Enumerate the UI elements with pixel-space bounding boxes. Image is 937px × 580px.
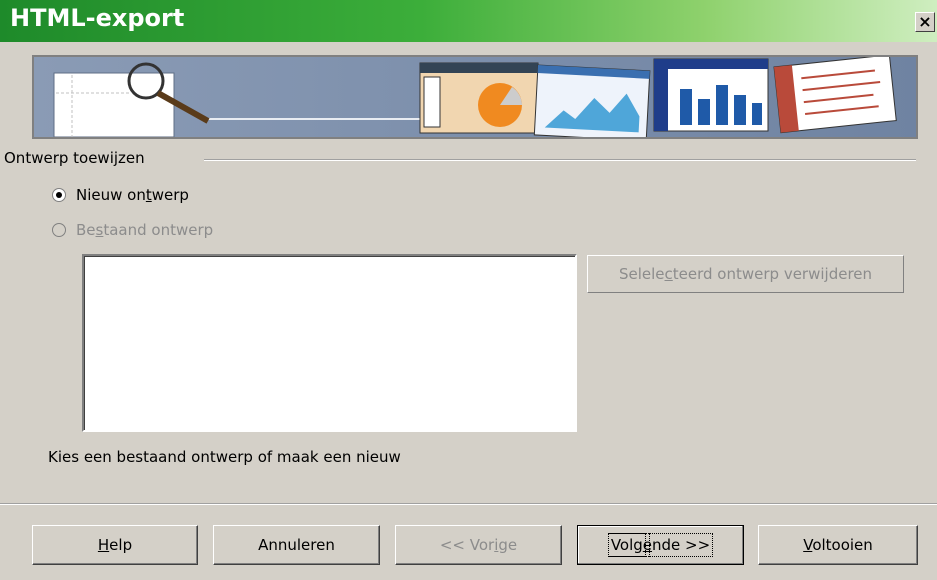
help-button[interactable]: Help	[32, 525, 198, 565]
hint-text: Kies een bestaand ontwerp of maak een ni…	[48, 448, 401, 466]
close-button[interactable]: ×	[915, 12, 935, 32]
window-title: HTML-export	[10, 4, 185, 32]
footer-separator	[0, 503, 937, 505]
delete-selected-design-button[interactable]: Selelecteerd ontwerp verwijderen	[587, 255, 904, 293]
title-bar: HTML-export ×	[0, 0, 937, 42]
banner-illustration	[34, 57, 916, 137]
next-button[interactable]: Volgende >>	[577, 525, 744, 565]
group-divider	[204, 159, 916, 161]
new-design-label: Nieuw ontwerp	[76, 186, 189, 204]
cancel-button[interactable]: Annuleren	[213, 525, 380, 565]
new-design-option[interactable]: Nieuw ontwerp	[52, 186, 189, 204]
new-design-radio[interactable]	[52, 188, 66, 202]
existing-design-option[interactable]: Bestaand ontwerp	[52, 221, 213, 239]
existing-design-label: Bestaand ontwerp	[76, 221, 214, 239]
group-label: Ontwerp toewijzen	[4, 149, 145, 167]
existing-design-radio[interactable]	[52, 223, 66, 237]
wizard-banner-image	[32, 55, 918, 139]
finish-button[interactable]: Voltooien	[758, 525, 918, 565]
design-listbox[interactable]	[82, 254, 577, 432]
previous-button[interactable]: << Vorige	[395, 525, 562, 565]
